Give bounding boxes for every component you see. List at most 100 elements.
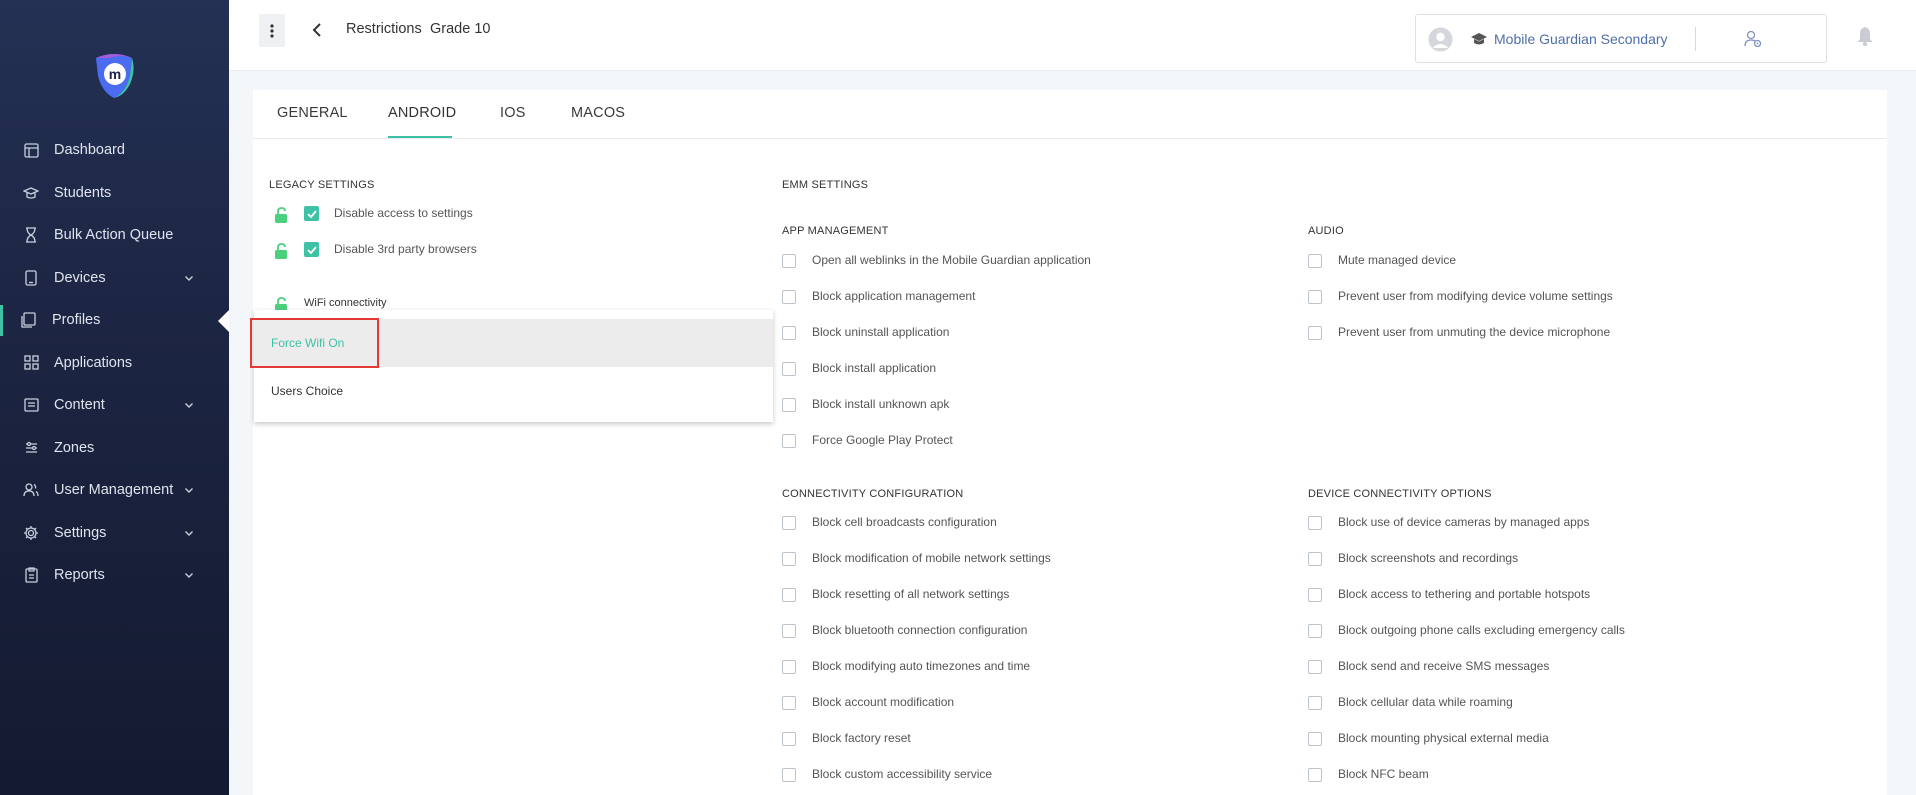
chevron-left-icon bbox=[312, 23, 321, 37]
sidebar-item-students[interactable]: Students bbox=[0, 172, 229, 215]
sidebar-item-user-management[interactable]: User Management bbox=[0, 469, 229, 512]
mobile-guardian-logo[interactable]: m bbox=[90, 50, 138, 100]
graduation-cap-icon bbox=[1471, 33, 1487, 45]
content-icon bbox=[23, 397, 39, 413]
option-checkbox[interactable] bbox=[782, 398, 796, 412]
option-checkbox[interactable] bbox=[782, 254, 796, 268]
back-button[interactable] bbox=[307, 20, 327, 40]
option-checkbox[interactable] bbox=[1308, 624, 1322, 638]
sidebar-item-label: Devices bbox=[54, 269, 106, 286]
restrictions-card: GENERAL ANDROID IOS MACOS bbox=[253, 90, 1887, 795]
sidebar: m Dashboard Students Bulk Action Queue Devi… bbox=[0, 0, 229, 795]
option-checkbox[interactable] bbox=[782, 516, 796, 530]
option-label: Block NFC beam bbox=[1338, 767, 1429, 781]
option-checkbox[interactable] bbox=[1308, 326, 1322, 340]
user-settings-icon[interactable] bbox=[1743, 29, 1763, 49]
notification-bell-icon[interactable] bbox=[1856, 25, 1874, 47]
option-checkbox[interactable] bbox=[782, 326, 796, 340]
sidebar-item-label: Zones bbox=[54, 439, 95, 456]
unlock-icon[interactable] bbox=[274, 207, 288, 223]
option-label: Block uninstall application bbox=[812, 325, 950, 339]
option-label: Force Wifi On bbox=[271, 336, 345, 350]
wifi-connectivity-label: WiFi connectivity bbox=[304, 297, 387, 309]
disable-settings-checkbox[interactable] bbox=[304, 206, 319, 221]
sidebar-item-settings[interactable]: Settings bbox=[0, 512, 229, 555]
students-icon bbox=[23, 185, 39, 201]
sidebar-item-devices[interactable]: Devices bbox=[0, 257, 229, 300]
platform-tabs: GENERAL ANDROID IOS MACOS bbox=[253, 90, 1887, 139]
option-checkbox[interactable] bbox=[782, 290, 796, 304]
option-checkbox[interactable] bbox=[1308, 516, 1322, 530]
tab-ios[interactable]: IOS bbox=[500, 105, 526, 121]
school-selector[interactable]: Mobile Guardian Secondary bbox=[1415, 14, 1827, 63]
option-label: Block modifying auto timezones and time bbox=[812, 659, 1031, 673]
option-checkbox[interactable] bbox=[782, 696, 796, 710]
chevron-down-icon[interactable] bbox=[183, 527, 195, 539]
option-label: Force Google Play Protect bbox=[812, 433, 953, 447]
chevron-down-icon[interactable] bbox=[183, 569, 195, 581]
audio-title: AUDIO bbox=[1308, 225, 1344, 237]
legacy-settings-title: LEGACY SETTINGS bbox=[269, 179, 375, 191]
option-checkbox[interactable] bbox=[782, 588, 796, 602]
tab-general[interactable]: GENERAL bbox=[277, 105, 348, 121]
sidebar-item-zones[interactable]: Zones bbox=[0, 427, 229, 470]
active-indicator-notch bbox=[218, 310, 229, 332]
option-label: Block custom accessibility service bbox=[812, 767, 993, 781]
sidebar-item-applications[interactable]: Applications bbox=[0, 342, 229, 385]
tab-macos[interactable]: MACOS bbox=[571, 105, 625, 121]
check-icon bbox=[306, 209, 317, 218]
breadcrumb-restrictions[interactable]: Restrictions bbox=[346, 21, 422, 37]
breadcrumb-profile-name: Grade 10 bbox=[430, 21, 491, 37]
option-label: Mute managed device bbox=[1338, 253, 1457, 267]
option-checkbox[interactable] bbox=[1308, 660, 1322, 674]
option-label: Block modification of mobile network set… bbox=[812, 551, 1051, 565]
option-label: Prevent user from unmuting the device mi… bbox=[1338, 325, 1611, 339]
option-checkbox[interactable] bbox=[1308, 696, 1322, 710]
app-management-title: APP MANAGEMENT bbox=[782, 225, 889, 237]
sidebar-item-bulk-action-queue[interactable]: Bulk Action Queue bbox=[0, 214, 229, 257]
option-checkbox[interactable] bbox=[782, 362, 796, 376]
option-checkbox[interactable] bbox=[782, 732, 796, 746]
svg-text:m: m bbox=[109, 66, 121, 82]
option-checkbox[interactable] bbox=[1308, 254, 1322, 268]
sidebar-item-dashboard[interactable]: Dashboard bbox=[0, 129, 229, 172]
option-checkbox[interactable] bbox=[1308, 768, 1322, 782]
option-label: Users Choice bbox=[271, 384, 344, 398]
dropdown-option-force-wifi-on[interactable]: Force Wifi On bbox=[254, 319, 773, 367]
option-label: Block install application bbox=[812, 361, 937, 375]
sidebar-item-label: Bulk Action Queue bbox=[54, 227, 174, 244]
sidebar-item-reports[interactable]: Reports bbox=[0, 554, 229, 597]
applications-icon bbox=[23, 355, 39, 371]
sidebar-item-content[interactable]: Content bbox=[0, 384, 229, 427]
sidebar-item-profiles[interactable]: Profiles bbox=[0, 299, 229, 342]
option-checkbox[interactable] bbox=[782, 660, 796, 674]
option-checkbox[interactable] bbox=[782, 768, 796, 782]
option-label: Block use of device cameras by managed a… bbox=[1338, 515, 1590, 529]
tab-android[interactable]: ANDROID bbox=[388, 105, 456, 121]
option-label: Block mounting physical external media bbox=[1338, 731, 1549, 745]
more-menu-button[interactable] bbox=[259, 14, 285, 47]
emm-settings-title: EMM SETTINGS bbox=[782, 179, 869, 191]
dropdown-option-users-choice[interactable]: Users Choice bbox=[254, 367, 773, 415]
chevron-down-icon[interactable] bbox=[183, 399, 195, 411]
option-label: Block send and receive SMS messages bbox=[1338, 659, 1550, 673]
unlock-icon[interactable] bbox=[274, 243, 288, 259]
disable-browsers-label: Disable 3rd party browsers bbox=[334, 242, 477, 256]
sidebar-item-label: Dashboard bbox=[54, 142, 125, 159]
sidebar-item-label: Content bbox=[54, 397, 105, 414]
option-checkbox[interactable] bbox=[1308, 290, 1322, 304]
option-checkbox[interactable] bbox=[1308, 588, 1322, 602]
option-label: Block account modification bbox=[812, 695, 955, 709]
chevron-down-icon[interactable] bbox=[183, 484, 195, 496]
option-checkbox[interactable] bbox=[1308, 732, 1322, 746]
disable-settings-label: Disable access to settings bbox=[334, 206, 473, 220]
option-label: Block factory reset bbox=[812, 731, 911, 745]
profiles-icon bbox=[20, 312, 36, 328]
option-checkbox[interactable] bbox=[782, 552, 796, 566]
option-checkbox[interactable] bbox=[782, 434, 796, 448]
vertical-dots-icon bbox=[270, 23, 274, 38]
option-checkbox[interactable] bbox=[1308, 552, 1322, 566]
disable-browsers-checkbox[interactable] bbox=[304, 242, 319, 257]
chevron-down-icon[interactable] bbox=[183, 272, 195, 284]
option-checkbox[interactable] bbox=[782, 624, 796, 638]
